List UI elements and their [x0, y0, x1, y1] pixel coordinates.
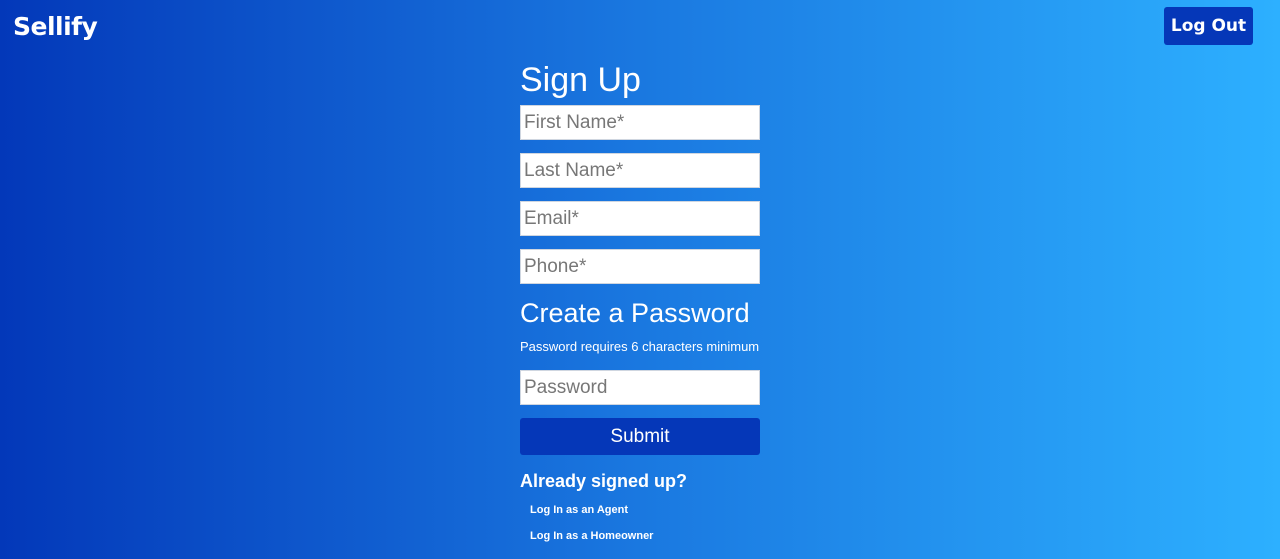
password-hint: Password requires 6 characters minimum — [520, 339, 760, 354]
password-section-title: Create a Password — [520, 298, 750, 328]
phone-input[interactable] — [520, 249, 760, 284]
login-links: Log In as an Agent Log In as a Homeowner — [520, 503, 760, 543]
page-title: Sign Up — [520, 61, 641, 99]
login-homeowner-link[interactable]: Log In as a Homeowner — [530, 529, 760, 543]
signup-form: Sign Up Create a Password Password requi… — [520, 60, 760, 555]
last-name-input[interactable] — [520, 153, 760, 188]
first-name-input[interactable] — [520, 105, 760, 140]
logout-button[interactable]: Log Out — [1164, 7, 1253, 45]
submit-button[interactable]: Submit — [520, 418, 760, 455]
brand-logo[interactable]: Sellify — [13, 12, 98, 41]
email-input[interactable] — [520, 201, 760, 236]
login-agent-link[interactable]: Log In as an Agent — [530, 503, 760, 517]
already-signed-up-heading: Already signed up? — [520, 471, 688, 491]
password-input[interactable] — [520, 370, 760, 405]
